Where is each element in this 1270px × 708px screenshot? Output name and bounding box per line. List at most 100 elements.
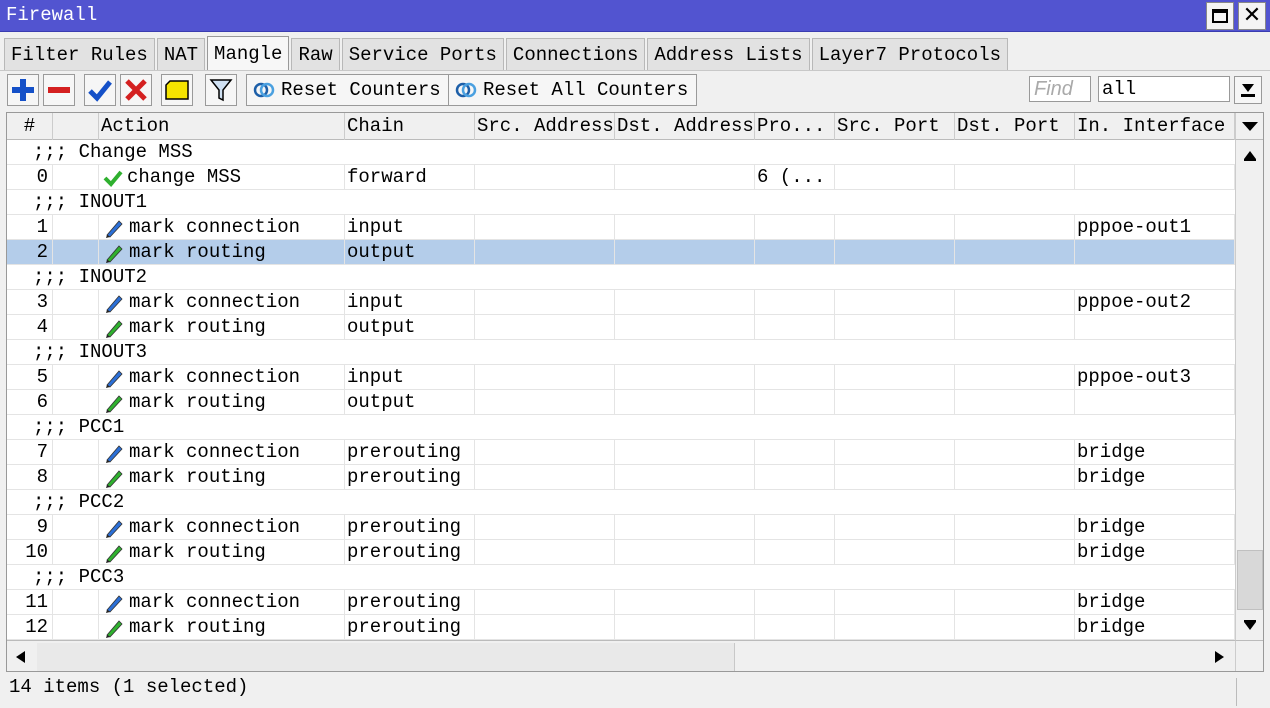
rule-chain: output <box>345 315 475 340</box>
x-icon <box>125 79 147 101</box>
rule-dst-address <box>615 240 755 265</box>
table-row[interactable]: 8 mark routing prerouting bridge <box>7 465 1235 490</box>
maximize-button[interactable] <box>1206 2 1234 30</box>
table-row[interactable]: 5 mark connection input pppoe-out3 <box>7 365 1235 390</box>
scroll-up-button[interactable] <box>1236 142 1263 169</box>
col-chain-header[interactable]: Chain <box>345 113 475 140</box>
rule-flags <box>53 365 99 390</box>
table-row[interactable]: 2 mark routing output <box>7 240 1235 265</box>
rule-src-port <box>835 615 955 640</box>
rule-src-address <box>475 290 615 315</box>
pen-icon <box>103 617 125 639</box>
add-button[interactable] <box>7 74 39 106</box>
col-action-header[interactable]: Action <box>99 113 345 140</box>
rule-dst-address <box>615 165 755 190</box>
rule-action-label: mark connection <box>129 591 301 613</box>
table-row[interactable]: 10 mark routing prerouting bridge <box>7 540 1235 565</box>
horizontal-scroll-thumb[interactable] <box>37 643 735 671</box>
comment-row[interactable]: ;;; PCC2 <box>7 490 1235 515</box>
filter-dropdown-button[interactable] <box>1234 76 1262 104</box>
filter-select[interactable]: all <box>1098 76 1230 102</box>
table-row[interactable]: 9 mark connection prerouting bridge <box>7 515 1235 540</box>
rule-action-label: mark connection <box>129 216 301 238</box>
reset-counters-button[interactable]: Reset Counters <box>246 74 450 106</box>
rule-src-port <box>835 240 955 265</box>
tab-service-ports[interactable]: Service Ports <box>341 38 504 70</box>
status-text: 14 items (1 selected) <box>9 676 249 698</box>
disable-button[interactable] <box>120 74 152 106</box>
rule-number: 11 <box>7 590 53 615</box>
col-number-header[interactable]: # <box>7 113 53 140</box>
rule-dst-address <box>615 315 755 340</box>
col-protocol-header[interactable]: Pro... <box>755 113 835 140</box>
col-flags-header[interactable] <box>53 113 99 140</box>
rule-dst-address <box>615 365 755 390</box>
column-menu-button[interactable] <box>1235 113 1263 140</box>
comment-row[interactable]: ;;; INOUT1 <box>7 190 1235 215</box>
pen-icon <box>103 217 125 239</box>
rule-action-label: mark routing <box>129 466 266 488</box>
tab-layer7-protocols[interactable]: Layer7 Protocols <box>811 38 1009 70</box>
table-row[interactable]: 7 mark connection prerouting bridge <box>7 440 1235 465</box>
tab-address-lists[interactable]: Address Lists <box>647 38 810 70</box>
comment-button[interactable] <box>161 74 193 106</box>
scroll-down-button[interactable] <box>1236 611 1263 638</box>
rule-action: mark routing <box>99 615 345 640</box>
remove-button[interactable] <box>43 74 75 106</box>
table-row[interactable]: 11 mark connection prerouting bridge <box>7 590 1235 615</box>
scroll-right-button[interactable] <box>1205 643 1232 670</box>
col-src-address-header[interactable]: Src. Address <box>475 113 615 140</box>
table-row[interactable]: 1 mark connection input pppoe-out1 <box>7 215 1235 240</box>
table-row[interactable]: 3 mark connection input pppoe-out2 <box>7 290 1235 315</box>
col-in-interface-header[interactable]: In. Interface <box>1075 113 1235 140</box>
rule-chain: prerouting <box>345 615 475 640</box>
comment-row[interactable]: ;;; INOUT3 <box>7 340 1235 365</box>
rule-number: 0 <box>7 165 53 190</box>
comment-text: ;;; PCC3 <box>33 566 125 588</box>
rule-dst-port <box>955 440 1075 465</box>
rule-action: mark connection <box>99 215 345 240</box>
rule-action-label: mark connection <box>129 516 301 538</box>
tab-connections[interactable]: Connections <box>505 38 646 70</box>
resize-grip[interactable] <box>1236 678 1266 706</box>
scroll-left-button[interactable] <box>7 643 34 670</box>
comment-row[interactable]: ;;; Change MSS <box>7 140 1235 165</box>
reset-all-counters-button[interactable]: Reset All Counters <box>448 74 698 106</box>
table-row[interactable]: 6 mark routing output <box>7 390 1235 415</box>
vertical-scrollbar[interactable] <box>1235 140 1263 640</box>
pen-icon <box>103 292 125 314</box>
comment-row[interactable]: ;;; INOUT2 <box>7 265 1235 290</box>
rule-dst-port <box>955 515 1075 540</box>
comment-row[interactable]: ;;; PCC1 <box>7 415 1235 440</box>
rule-in-interface: pppoe-out1 <box>1075 215 1235 240</box>
enable-button[interactable] <box>84 74 116 106</box>
rule-action: mark connection <box>99 590 345 615</box>
tab-raw[interactable]: Raw <box>291 38 340 70</box>
col-dst-port-header[interactable]: Dst. Port <box>955 113 1075 140</box>
pen-icon <box>103 392 125 414</box>
rule-src-port <box>835 440 955 465</box>
vertical-scroll-thumb[interactable] <box>1237 550 1263 610</box>
close-button[interactable]: ✕ <box>1238 2 1266 30</box>
find-input[interactable]: Find <box>1029 76 1091 102</box>
col-dst-address-header[interactable]: Dst. Address <box>615 113 755 140</box>
rule-action-label: mark routing <box>129 316 266 338</box>
check-icon <box>88 80 112 102</box>
comment-row[interactable]: ;;; PCC3 <box>7 565 1235 590</box>
rule-protocol <box>755 515 835 540</box>
table-row[interactable]: 4 mark routing output <box>7 315 1235 340</box>
tab-mangle[interactable]: Mangle <box>207 36 290 70</box>
horizontal-scrollbar[interactable] <box>7 640 1235 671</box>
tab-nat[interactable]: NAT <box>156 38 206 70</box>
rule-src-address <box>475 615 615 640</box>
rule-in-interface: bridge <box>1075 515 1235 540</box>
col-src-port-header[interactable]: Src. Port <box>835 113 955 140</box>
rule-in-interface: bridge <box>1075 590 1235 615</box>
rule-dst-address <box>615 440 755 465</box>
rule-dst-port <box>955 390 1075 415</box>
rule-action-label: mark routing <box>129 391 266 413</box>
filter-button[interactable] <box>205 74 237 106</box>
table-row[interactable]: 0 change MSS forward 6 (... <box>7 165 1235 190</box>
tab-filter-rules[interactable]: Filter Rules <box>4 38 155 70</box>
table-row[interactable]: 12 mark routing prerouting bridge <box>7 615 1235 640</box>
